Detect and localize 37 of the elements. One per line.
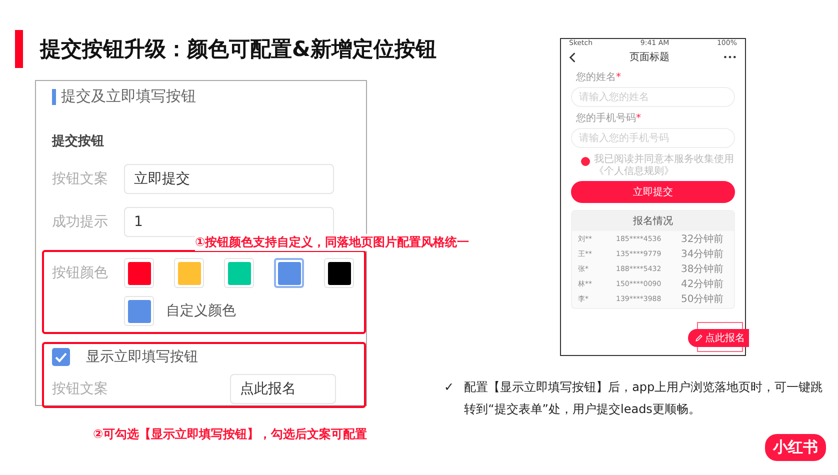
- title-accent-bar: [15, 30, 23, 68]
- form-label: 您的手机号码*: [576, 112, 642, 125]
- text-field[interactable]: 立即提交: [124, 164, 334, 194]
- check-mark: ✓: [444, 379, 454, 396]
- table-title: 报名情况: [572, 211, 734, 231]
- panel-heading: 提交及立即填写按钮: [61, 87, 196, 106]
- heading-accent-bar: [52, 88, 56, 104]
- form-label: 您的姓名*: [576, 71, 622, 84]
- table-cell-text: 38分钟前: [681, 262, 724, 276]
- more-menu[interactable]: •••: [722, 52, 737, 62]
- floating-signup-button[interactable]: 点此报名: [688, 329, 749, 347]
- submit-button[interactable]: 立即提交: [571, 181, 735, 203]
- page-title: 页面标题: [629, 50, 670, 64]
- text-field[interactable]: 点此报名: [230, 374, 336, 404]
- brand-logo: 小红书: [765, 434, 826, 461]
- custom-color-label: 自定义颜色: [166, 302, 236, 320]
- bullet-text: 配置【显示立即填写按钮】后，app上用户浏览落地页时，可一键跳转到“提交表单”处，用户提交leads更顺畅。: [464, 379, 824, 418]
- section-title: 提交按钮: [52, 132, 105, 150]
- consent-checkbox[interactable]: [581, 157, 590, 166]
- table-cell-text: 42分钟前: [681, 278, 724, 290]
- annotation-text: ②可勾选【显示立即填写按钮】，勾选后文案可配置: [93, 426, 368, 443]
- table-cell-text: 50分钟前: [681, 292, 724, 306]
- field-label: 按钮文案: [52, 170, 109, 188]
- pencil-icon: [695, 334, 703, 342]
- consent-text: 我已阅读并同意本服务收集使用《个人信息规则》: [594, 154, 735, 177]
- custom-color-swatch[interactable]: [124, 296, 154, 326]
- field-label: 成功提示: [52, 213, 109, 231]
- annotation-text: ①按钮颜色支持自定义，同落地页图片配置风格统一: [195, 234, 470, 251]
- slide-title: 提交按钮升级：颜色可配置&新增定位按钮: [40, 36, 436, 63]
- table-cell-text: 32分钟前: [681, 232, 724, 246]
- checkbox-label: 显示立即填写按钮: [86, 348, 198, 366]
- checkbox[interactable]: [52, 348, 70, 366]
- color-swatch[interactable]: [274, 258, 304, 288]
- field-label: 按钮文案: [52, 380, 109, 398]
- table-cell-text: 34分钟前: [681, 248, 724, 260]
- field-label: 按钮颜色: [52, 264, 109, 282]
- back-icon[interactable]: [569, 52, 576, 62]
